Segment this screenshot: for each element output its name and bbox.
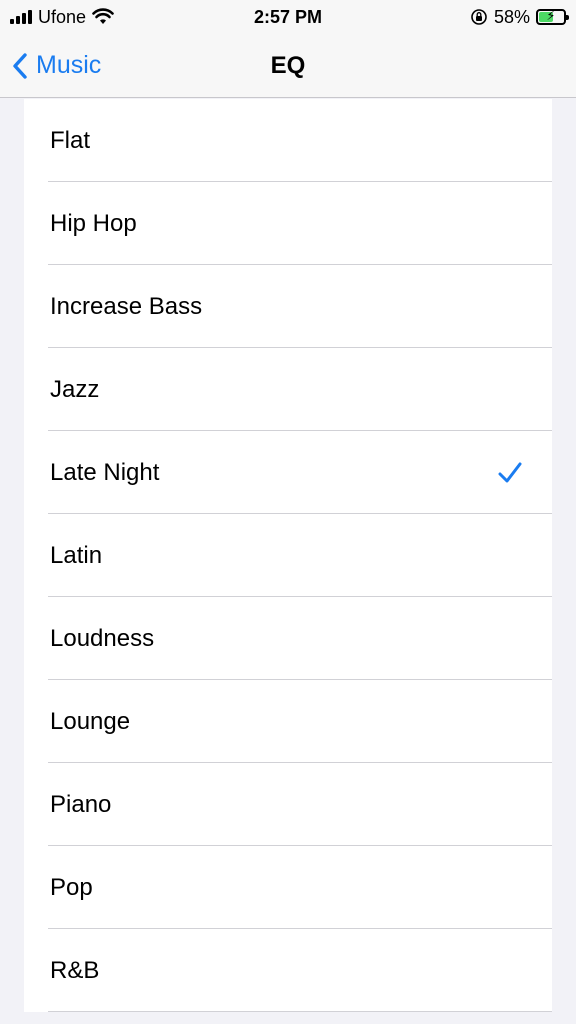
orientation-lock-icon: [471, 9, 487, 25]
list-item[interactable]: Loudness: [24, 597, 552, 680]
nav-bar: Music EQ: [0, 34, 576, 98]
list-item[interactable]: Hip Hop: [24, 182, 552, 265]
eq-preset-label: Hip Hop: [50, 209, 137, 237]
list-item[interactable]: Piano: [24, 763, 552, 846]
checkmark-icon: [498, 462, 522, 482]
carrier-name: Ufone: [38, 6, 87, 27]
eq-preset-label: Loudness: [50, 624, 155, 652]
eq-preset-label: Latin: [50, 541, 103, 569]
list-item[interactable]: Latin: [24, 514, 552, 597]
eq-preset-label: Flat: [50, 126, 91, 154]
screen: Ufone 2:57 PM 58% ⚡ Music EQ Flat Hip Ho…: [0, 0, 576, 1024]
eq-preset-label: R&B: [50, 956, 100, 984]
status-right: 58% ⚡: [366, 6, 569, 28]
list-item[interactable]: R&B: [24, 929, 552, 1012]
eq-preset-label: Piano: [50, 790, 112, 818]
eq-preset-label: Jazz: [50, 375, 100, 403]
eq-preset-label: Pop: [50, 873, 93, 901]
status-left: Ufone: [10, 7, 210, 28]
back-button-label: Music: [36, 51, 102, 79]
eq-preset-label: Late Night: [50, 458, 160, 486]
list-item[interactable]: Jazz: [24, 348, 552, 431]
list-item[interactable]: Flat: [24, 99, 552, 182]
chevron-left-icon: [13, 52, 27, 79]
list-item[interactable]: Late Night: [24, 431, 552, 514]
list-item[interactable]: Lounge: [24, 680, 552, 763]
list-item[interactable]: Increase Bass: [24, 265, 552, 348]
battery-icon: ⚡: [536, 8, 569, 25]
eq-preset-list: Flat Hip Hop Increase Bass Jazz Late Night La…: [24, 99, 552, 1012]
status-bar: Ufone 2:57 PM 58% ⚡: [0, 0, 576, 34]
eq-preset-label: Increase Bass: [50, 292, 203, 320]
eq-preset-label: Lounge: [50, 707, 131, 735]
list-item[interactable]: Pop: [24, 846, 552, 929]
signal-icon: [10, 10, 32, 24]
wifi-icon: [92, 8, 114, 24]
battery-percent: 58%: [493, 6, 530, 27]
charging-bolt-icon: ⚡: [546, 8, 556, 23]
back-button[interactable]: Music: [0, 51, 101, 80]
